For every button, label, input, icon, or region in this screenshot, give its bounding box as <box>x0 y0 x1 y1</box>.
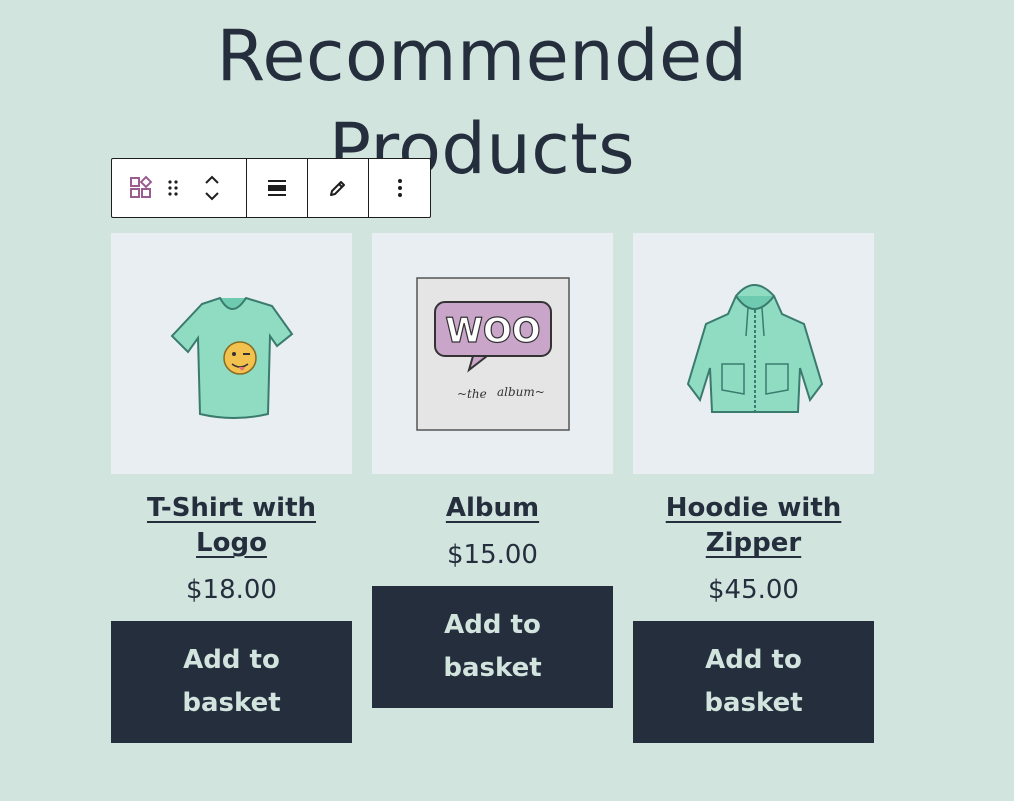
product-image-album[interactable]: WOO ~the album~ <box>372 233 613 474</box>
add-to-basket-button[interactable]: Add to basket <box>633 621 874 743</box>
tshirt-illustration <box>170 296 293 419</box>
product-price: $18.00 <box>186 575 277 605</box>
add-to-basket-button[interactable]: Add to basket <box>111 621 352 743</box>
product-name-link[interactable]: Hoodie with Zipper <box>639 491 869 561</box>
drag-handle-icon[interactable] <box>166 175 180 201</box>
pencil-icon[interactable] <box>327 177 349 199</box>
move-up-icon[interactable] <box>202 172 222 186</box>
svg-text:WOO: WOO <box>445 311 540 351</box>
svg-text:~the: ~the <box>457 387 487 401</box>
block-toolbar <box>111 158 431 218</box>
align-icon[interactable] <box>266 177 288 199</box>
product-image-hoodie[interactable] <box>633 233 874 474</box>
product-card: T-Shirt with Logo $18.00 Add to basket <box>111 233 352 743</box>
hoodie-illustration <box>686 283 823 413</box>
product-name-link[interactable]: T-Shirt with Logo <box>117 491 347 561</box>
product-price: $15.00 <box>447 540 538 570</box>
product-card: WOO ~the album~ Album $15.00 Add to bask… <box>372 233 613 743</box>
product-name-link[interactable]: Album <box>378 491 608 526</box>
svg-text:album~: album~ <box>497 385 545 399</box>
products-grid: T-Shirt with Logo $18.00 Add to basket W… <box>111 233 874 743</box>
block-grid-icon[interactable] <box>128 175 154 201</box>
product-price: $45.00 <box>708 575 799 605</box>
add-to-basket-button[interactable]: Add to basket <box>372 586 613 708</box>
album-illustration: WOO ~the album~ <box>415 276 570 431</box>
move-down-icon[interactable] <box>202 190 222 204</box>
product-card: Hoodie with Zipper $45.00 Add to basket <box>633 233 874 743</box>
more-options-icon[interactable] <box>395 176 405 200</box>
product-image-tshirt[interactable] <box>111 233 352 474</box>
